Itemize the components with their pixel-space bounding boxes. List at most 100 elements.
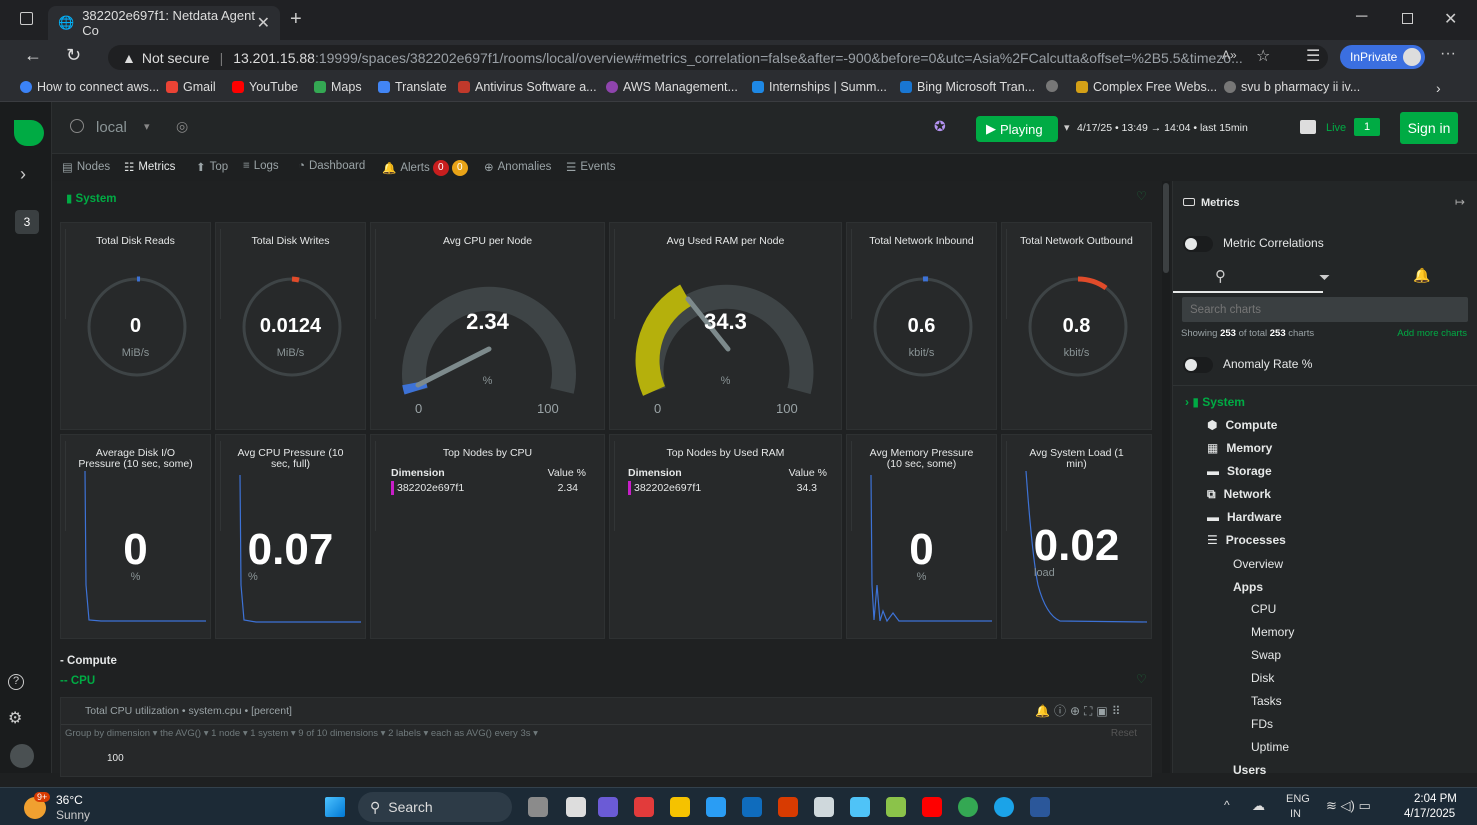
- back-icon[interactable]: ←: [24, 45, 42, 66]
- language-1[interactable]: ENG: [1286, 793, 1310, 805]
- number-card[interactable]: Avg CPU Pressure (10 sec, full) 0.07 %: [215, 434, 366, 639]
- bookmarks-overflow-icon[interactable]: ›: [1436, 80, 1441, 96]
- app-icon[interactable]: [778, 797, 798, 817]
- tab-nodes[interactable]: ▤ Nodes: [62, 160, 110, 174]
- tree-processes[interactable]: ☰ Processes: [1207, 533, 1286, 547]
- number-card[interactable]: Avg System Load (1 min) 0.02 load: [1001, 434, 1152, 639]
- room-settings-icon[interactable]: ◎: [176, 118, 188, 135]
- tray-overflow-icon[interactable]: ^: [1224, 798, 1230, 812]
- minimize-icon[interactable]: ─: [1356, 8, 1367, 26]
- chevron-down-icon[interactable]: ▾: [1064, 121, 1070, 134]
- tab-anomalies[interactable]: ⊕ Anomalies: [484, 160, 551, 174]
- filter-tab-icon[interactable]: ⏷: [1319, 269, 1330, 286]
- chevron-down-icon[interactable]: ▾: [144, 120, 150, 133]
- gauge-card[interactable]: Avg Used RAM per Node 34.3 % 0 100: [609, 222, 842, 430]
- metric-correlations-toggle[interactable]: Metric Correlations: [1183, 236, 1324, 252]
- tree-hardware[interactable]: ▬ Hardware: [1207, 510, 1282, 524]
- tree-apps-memory[interactable]: Memory: [1251, 625, 1294, 639]
- tree-users[interactable]: Users: [1233, 763, 1266, 777]
- search-input[interactable]: [1182, 297, 1468, 322]
- onedrive-icon[interactable]: ☁: [1252, 798, 1265, 814]
- bookmark-item[interactable]: Bing Microsoft Tran...: [900, 80, 1035, 94]
- expand-icon[interactable]: ›: [20, 164, 26, 185]
- gauge-card[interactable]: Total Disk Reads 0 MiB/s: [60, 222, 211, 430]
- anomaly-rate-toggle[interactable]: Anomaly Rate %: [1183, 357, 1312, 373]
- bookmark-item[interactable]: Antivirus Software a...: [458, 80, 597, 94]
- window-menu-icon[interactable]: [20, 12, 33, 25]
- number-card[interactable]: Average Disk I/O Pressure (10 sec, some)…: [60, 434, 211, 639]
- gauge-card[interactable]: Total Network Outbound 0.8 kbit/s: [1001, 222, 1152, 430]
- toggle-switch[interactable]: [1183, 357, 1213, 373]
- tree-apps[interactable]: Apps: [1233, 580, 1263, 594]
- app-icon[interactable]: [706, 797, 726, 817]
- tab-logs[interactable]: ≡ Logs: [243, 160, 279, 172]
- favorites-bar-icon[interactable]: ☰: [1306, 46, 1320, 66]
- url-field[interactable]: ▲ Not secure | 13.201.15.88:19999/spaces…: [108, 45, 1328, 70]
- favorite-icon[interactable]: ☆: [1256, 46, 1270, 66]
- bookmark-item[interactable]: YouTube: [232, 80, 298, 94]
- tree-system[interactable]: › ▮ System: [1185, 395, 1245, 409]
- section-cpu[interactable]: -- CPU: [60, 675, 95, 687]
- tree-compute[interactable]: ⬢ Compute: [1207, 418, 1277, 432]
- app-icon[interactable]: [886, 797, 906, 817]
- table-card[interactable]: Top Nodes by Used RAM Dimension Value % …: [609, 434, 842, 639]
- group-by-controls[interactable]: Group by dimension ▾ the AVG() ▾ 1 node …: [65, 728, 538, 739]
- bookmark-item[interactable]: Translate: [378, 80, 447, 94]
- help-icon[interactable]: ?: [8, 674, 24, 690]
- nodes-tab-icon[interactable]: ⚲: [1215, 267, 1226, 285]
- browser-tab[interactable]: 🌐 382202e697f1: Netdata Agent Co ✕: [48, 6, 280, 40]
- edge-icon[interactable]: [994, 797, 1014, 817]
- app-icon[interactable]: [598, 797, 618, 817]
- number-card[interactable]: Avg Memory Pressure (10 sec, some) 0 %: [846, 434, 997, 639]
- settings-icon[interactable]: ⚙: [8, 708, 22, 728]
- heart-icon[interactable]: ♡: [1136, 672, 1147, 686]
- windows-start-icon[interactable]: [325, 797, 345, 817]
- main-scrollbar[interactable]: [1162, 181, 1170, 773]
- tree-apps-swap[interactable]: Swap: [1251, 648, 1281, 662]
- gauge-card[interactable]: Total Network Inbound 0.6 kbit/s: [846, 222, 997, 430]
- chrome-icon[interactable]: [958, 797, 978, 817]
- playing-button[interactable]: ▶ Playing: [976, 116, 1058, 142]
- section-compute[interactable]: - Compute: [60, 655, 117, 667]
- tree-network[interactable]: ⧉ Network: [1207, 487, 1271, 502]
- tab-events[interactable]: ☰ Events: [566, 160, 615, 174]
- chart-toolbar-icons[interactable]: 🔔ⓘ⊕⛶▣⠿: [1035, 702, 1125, 719]
- tree-storage[interactable]: ▬ Storage: [1207, 464, 1272, 478]
- tab-metrics[interactable]: ☷ Metrics: [124, 160, 175, 174]
- wifi-sound-battery-icons[interactable]: ≋ ◁) ▭: [1326, 798, 1371, 814]
- bookmark-item[interactable]: Maps: [314, 80, 362, 94]
- tree-memory[interactable]: ▦ Memory: [1207, 441, 1272, 455]
- clock-date[interactable]: 4/17/2025: [1404, 808, 1455, 820]
- refresh-icon[interactable]: ↻: [66, 45, 81, 66]
- add-more-charts-link[interactable]: Add more charts: [1397, 328, 1467, 339]
- app-icon[interactable]: [850, 797, 870, 817]
- alerts-tab-icon[interactable]: 🔔: [1413, 267, 1430, 284]
- tab-alerts[interactable]: 🔔 Alerts 0 0: [382, 160, 468, 176]
- room-selector[interactable]: local: [96, 119, 127, 136]
- tree-apps-disk[interactable]: Disk: [1251, 671, 1274, 685]
- section-system[interactable]: ▮ System: [66, 191, 116, 205]
- gauge-card[interactable]: Avg CPU per Node 2.34 % 0 100: [370, 222, 605, 430]
- theme-icon[interactable]: ✪: [934, 118, 946, 135]
- youtube-icon[interactable]: [922, 797, 942, 817]
- toggle-switch[interactable]: [1183, 236, 1213, 252]
- bookmark-item[interactable]: AWS Management...: [606, 80, 738, 94]
- tree-apps-cpu[interactable]: CPU: [1251, 602, 1276, 616]
- live-count[interactable]: 1: [1354, 118, 1380, 136]
- restore-icon[interactable]: [1402, 13, 1413, 24]
- store-icon[interactable]: [742, 797, 762, 817]
- bookmark-item[interactable]: Complex Free Webs...: [1076, 80, 1217, 94]
- app-icon[interactable]: [528, 797, 548, 817]
- heart-icon[interactable]: ♡: [1136, 189, 1147, 203]
- tree-apps-fds[interactable]: FDs: [1251, 717, 1273, 731]
- tab-dashboard[interactable]: ◔ Dashboard: [298, 160, 365, 172]
- table-card[interactable]: Top Nodes by CPU Dimension Value % 38220…: [370, 434, 605, 639]
- tree-overview[interactable]: Overview: [1233, 557, 1283, 571]
- cpu-chart-card[interactable]: Total CPU utilization • system.cpu • [pe…: [60, 697, 1152, 777]
- new-tab-icon[interactable]: +: [290, 8, 302, 31]
- task-view-icon[interactable]: [566, 797, 586, 817]
- user-icon[interactable]: [10, 744, 34, 768]
- reset-button[interactable]: Reset: [1111, 728, 1137, 739]
- gauge-card[interactable]: Total Disk Writes 0.0124 MiB/s: [215, 222, 366, 430]
- mail-icon[interactable]: [814, 797, 834, 817]
